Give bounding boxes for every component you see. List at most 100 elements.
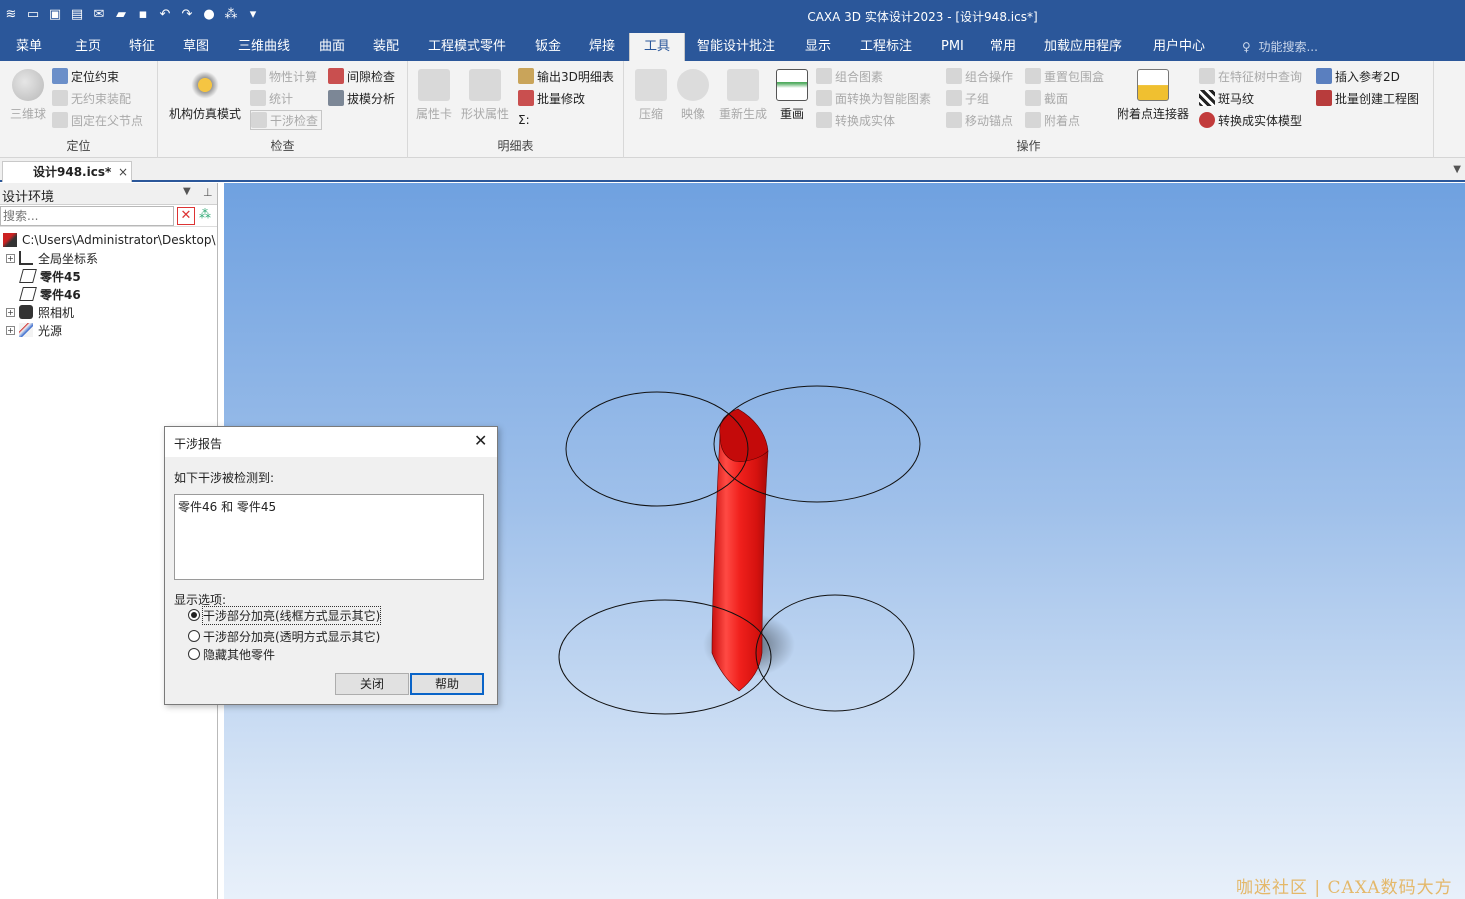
- tab-common[interactable]: 常用: [990, 33, 1016, 61]
- tab-user-center[interactable]: 用户中心: [1153, 33, 1205, 61]
- radio-button[interactable]: [188, 609, 200, 621]
- interference-top-face[interactable]: [719, 408, 769, 462]
- tab-sheet-metal[interactable]: 钣金: [535, 33, 561, 61]
- tree-root-label: C:\Users\Administrator\Desktop\: [22, 233, 216, 247]
- section-label: 截面: [1044, 91, 1069, 106]
- draft-analysis-button[interactable]: 拔模分析: [328, 88, 395, 108]
- statistics-button[interactable]: 统计: [250, 88, 293, 108]
- tab-menu[interactable]: 菜单: [16, 33, 42, 61]
- filter-icon[interactable]: ⁂: [199, 207, 211, 221]
- interference-check-label: 干涉检查: [270, 113, 319, 128]
- close-button[interactable]: 关闭: [335, 673, 409, 695]
- expand-icon[interactable]: +: [6, 253, 15, 263]
- expand-icon[interactable]: +: [6, 307, 15, 317]
- group-locate: 三维球 定位约束 无约束装配 固定在父节点 定位: [0, 61, 158, 158]
- interference-results-list[interactable]: 零件46 和 零件45: [174, 494, 484, 580]
- compress-icon: [635, 69, 667, 101]
- document-tab[interactable]: 设计948.ics* ×: [2, 161, 132, 182]
- redraw-icon: [776, 69, 808, 101]
- unconstrained-assembly-button[interactable]: 无约束装配: [52, 88, 131, 108]
- clearance-check-button[interactable]: 间隙检查: [328, 66, 395, 86]
- combine-shapes-button[interactable]: 组合图素: [816, 66, 883, 86]
- option-highlight-wireframe[interactable]: 干涉部分加亮(线框方式显示其它): [188, 605, 382, 625]
- tree-item-global-coords[interactable]: + 全局坐标系: [6, 249, 98, 267]
- tab-smart-annotation[interactable]: 智能设计批注: [697, 33, 775, 61]
- tree-item-camera[interactable]: + 照相机: [6, 303, 74, 321]
- insert-ref-2d-button[interactable]: 插入参考2D: [1316, 66, 1400, 86]
- triball-button[interactable]: 三维球: [6, 69, 50, 122]
- tab-3d-curve[interactable]: 三维曲线: [238, 33, 290, 61]
- tab-load-apps[interactable]: 加载应用程序: [1044, 33, 1122, 61]
- camera-icon: [19, 305, 33, 319]
- clear-search-icon[interactable]: ✕: [177, 207, 195, 225]
- tree-item-label: 零件46: [40, 287, 81, 302]
- tab-pmi[interactable]: PMI: [941, 33, 964, 61]
- face-to-smart-button[interactable]: 面转换为智能图素: [816, 88, 931, 108]
- batch-edit-button[interactable]: 批量修改: [518, 88, 585, 108]
- tree-search-input[interactable]: [0, 206, 174, 226]
- tab-sketch[interactable]: 草图: [183, 33, 209, 61]
- sum-button[interactable]: Σ:: [518, 110, 530, 130]
- close-icon[interactable]: ✕: [474, 431, 487, 450]
- tab-assembly[interactable]: 装配: [373, 33, 399, 61]
- bbox-icon: [1025, 68, 1041, 84]
- convert-solid-button[interactable]: 转换成实体: [816, 110, 895, 130]
- tree-item-label: 全局坐标系: [38, 251, 99, 266]
- subgroup-button[interactable]: 子组: [946, 88, 989, 108]
- mirror-button[interactable]: 映像: [674, 69, 712, 122]
- interference-check-button[interactable]: 干涉检查: [250, 110, 323, 130]
- feature-search[interactable]: ♀ 功能搜索...: [1242, 33, 1318, 61]
- light-icon: [19, 323, 33, 337]
- tree-item-part46[interactable]: 零件46: [19, 285, 81, 303]
- tab-home[interactable]: 主页: [75, 33, 101, 61]
- tab-tools[interactable]: 工具: [629, 33, 686, 61]
- tab-display[interactable]: 显示: [805, 33, 831, 61]
- tab-welding[interactable]: 焊接: [589, 33, 615, 61]
- shape-props-button[interactable]: 形状属性: [458, 69, 512, 122]
- chevron-down-icon[interactable]: ▼: [1453, 164, 1461, 175]
- mechanism-sim-button[interactable]: 机构仿真模式: [164, 69, 246, 122]
- property-card-button[interactable]: 属性卡: [414, 69, 454, 122]
- combine-ops-button[interactable]: 组合操作: [946, 66, 1013, 86]
- expand-icon[interactable]: +: [6, 325, 15, 335]
- convert-solid-model-button[interactable]: 转换成实体模型: [1199, 110, 1302, 130]
- fix-to-parent-button[interactable]: 固定在父节点: [52, 110, 143, 130]
- chevron-down-icon[interactable]: ▼: [183, 186, 191, 197]
- close-icon[interactable]: ×: [118, 162, 128, 182]
- section-button[interactable]: 截面: [1025, 88, 1068, 108]
- tab-surface[interactable]: 曲面: [319, 33, 345, 61]
- move-anchor-button[interactable]: 移动锚点: [946, 110, 1013, 130]
- attach-connector-icon: [1137, 69, 1169, 101]
- attach-connector-button[interactable]: 附着点连接器: [1112, 69, 1194, 122]
- compress-button[interactable]: 压缩: [632, 69, 670, 122]
- locate-constraint-button[interactable]: 定位约束: [52, 66, 119, 86]
- property-card-icon: [418, 69, 450, 101]
- tree-root[interactable]: C:\Users\Administrator\Desktop\: [3, 231, 216, 249]
- query-feature-tree-button[interactable]: 在特征树中查询: [1199, 66, 1302, 86]
- radio-button[interactable]: [188, 630, 200, 642]
- clearance-check-label: 间隙检查: [347, 69, 396, 84]
- option-hide-others[interactable]: 隐藏其他零件: [188, 645, 275, 663]
- tree-item-light[interactable]: + 光源: [6, 321, 62, 339]
- tab-features[interactable]: 特征: [129, 33, 155, 61]
- help-button[interactable]: 帮助: [410, 673, 484, 695]
- tree-item-label: 照相机: [38, 305, 75, 320]
- pin-icon[interactable]: ⊥: [203, 186, 213, 199]
- group-operate: 压缩 映像 重新生成 重画 组合图素 面转换为智能图素 转换成实体 组合操作 子…: [624, 61, 1434, 158]
- reset-bbox-button[interactable]: 重置包围盒: [1025, 66, 1104, 86]
- option-highlight-transparent[interactable]: 干涉部分加亮(透明方式显示其它): [188, 627, 380, 645]
- regenerate-button[interactable]: 重新生成: [716, 69, 770, 122]
- radio-button[interactable]: [188, 648, 200, 660]
- combine-shapes-label: 组合图素: [835, 69, 884, 84]
- design-root-icon: [3, 233, 17, 247]
- tab-dimension[interactable]: 工程标注: [860, 33, 912, 61]
- tree-item-part45[interactable]: 零件45: [19, 267, 81, 285]
- zebra-button[interactable]: 斑马纹: [1199, 88, 1254, 108]
- tab-engineering-part[interactable]: 工程模式零件: [428, 33, 506, 61]
- redraw-button[interactable]: 重画: [774, 69, 810, 122]
- batch-drawing-button[interactable]: 批量创建工程图: [1316, 88, 1419, 108]
- export-3d-bom-button[interactable]: 输出3D明细表: [518, 66, 614, 86]
- list-item[interactable]: 零件46 和 零件45: [178, 498, 480, 515]
- mass-props-button[interactable]: 物性计算: [250, 66, 317, 86]
- attach-point-button[interactable]: 附着点: [1025, 110, 1080, 130]
